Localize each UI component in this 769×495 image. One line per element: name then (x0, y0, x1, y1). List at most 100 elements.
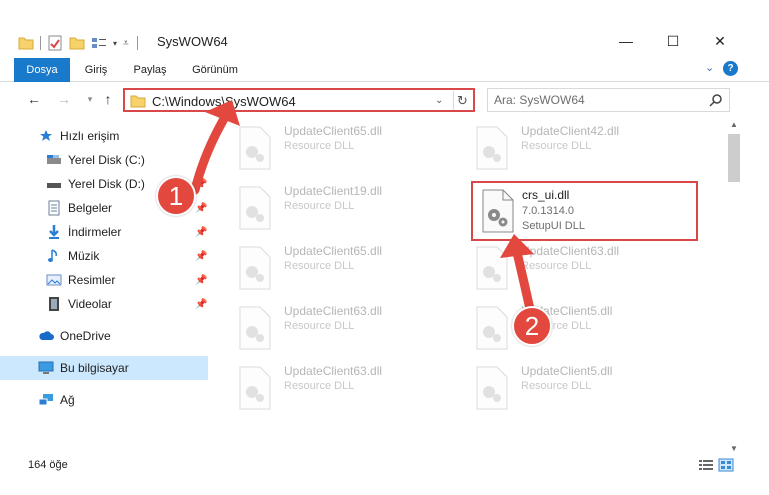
sidebar-item-label: Hızlı erişim (60, 129, 120, 143)
sidebar-item-network[interactable]: Ağ (0, 389, 210, 411)
sidebar-item-label: OneDrive (60, 329, 111, 343)
dll-file-icon (239, 366, 271, 410)
minimize-button[interactable]: — (603, 28, 649, 54)
download-icon (46, 224, 62, 240)
scroll-down-button[interactable]: ▼ (726, 442, 742, 456)
sidebar-item-quick-access[interactable]: Hızlı erişim (0, 125, 210, 147)
file-item[interactable]: UpdateClient63.dll Resource DLL (222, 298, 442, 354)
pictures-icon (46, 272, 62, 288)
file-name: UpdateClient5.dll (521, 364, 613, 378)
drive-icon (46, 176, 62, 192)
address-bar[interactable]: C:\Windows\SysWOW64 ⌄ ↻ (123, 88, 475, 112)
close-button[interactable]: ✕ (697, 28, 743, 54)
scroll-thumb[interactable] (728, 134, 740, 182)
large-icons-view-icon[interactable] (718, 458, 734, 472)
address-path: C:\Windows\SysWOW64 (152, 93, 296, 109)
video-icon (46, 296, 62, 312)
file-item[interactable]: UpdateClient19.dll Resource DLL (222, 178, 442, 234)
scroll-up-button[interactable]: ▲ (726, 118, 742, 132)
recent-locations-button[interactable]: ▾ (80, 89, 100, 109)
dll-file-icon (239, 126, 271, 170)
sidebar-item-label: Bu bilgisayar (60, 361, 129, 375)
sidebar-item-label: Yerel Disk (C:) (68, 153, 145, 167)
toolbar-separator (136, 36, 138, 50)
window-title: SysWOW64 (157, 34, 228, 49)
search-icon[interactable] (709, 93, 723, 107)
details-view-icon[interactable] (698, 458, 714, 472)
folder-icon (130, 95, 146, 108)
file-item[interactable]: UpdateClient65.dll Resource DLL (222, 238, 442, 294)
tab-gorunum[interactable]: Görünüm (184, 58, 246, 82)
computer-icon (38, 360, 54, 376)
chevron-down-icon[interactable]: ▾ (113, 39, 117, 48)
pin-icon[interactable]: 📌 (195, 227, 207, 239)
star-icon (38, 128, 54, 144)
sidebar-item-label: Resimler (68, 273, 116, 287)
pin-icon[interactable]: 📌 (195, 203, 207, 215)
expand-ribbon-icon[interactable]: ⌄ (705, 61, 714, 74)
maximize-button[interactable]: ☐ (650, 28, 696, 54)
sidebar-item-pictures[interactable]: Resimler (0, 269, 210, 291)
tab-paylas[interactable]: Paylaş (128, 58, 172, 82)
documents-icon (46, 200, 62, 216)
customize-toolbar-icon[interactable]: ⩡ (123, 38, 129, 49)
sidebar-item-videos[interactable]: Videolar (0, 293, 210, 315)
properties-icon[interactable] (47, 35, 63, 51)
navigation-bar: ← → ▾ ↑ C:\Windows\SysWOW64 ⌄ ↻ (0, 84, 769, 116)
file-item[interactable]: UpdateClient63.dll Resource DLL (459, 238, 679, 294)
file-item[interactable]: UpdateClient63.dll Resource DLL (222, 358, 442, 414)
sidebar-item-label: Ağ (60, 393, 75, 407)
quick-access-toolbar: ▾ ⩡ (18, 34, 138, 52)
new-folder-icon[interactable] (69, 36, 85, 50)
item-count: 164 öğe (28, 459, 68, 471)
up-button[interactable]: ↑ (98, 89, 118, 109)
tab-giris[interactable]: Giriş (76, 58, 116, 82)
ribbon-tabs: Dosya Giriş Paylaş Görünüm ⌄ ? (0, 58, 769, 82)
dll-file-icon (476, 306, 508, 350)
sidebar-item-onedrive[interactable]: OneDrive (0, 325, 210, 347)
file-item[interactable]: UpdateClient5.dll Resource DLL (459, 298, 679, 354)
tab-dosya[interactable]: Dosya (14, 58, 70, 82)
file-name: UpdateClient65.dll (284, 244, 383, 258)
file-description: Resource DLL (284, 140, 355, 152)
sidebar-item-label: Videolar (68, 297, 112, 311)
file-name: UpdateClient63.dll (521, 244, 620, 258)
callout-badge-1: 1 (156, 176, 196, 216)
file-item[interactable]: UpdateClient65.dll Resource DLL (222, 118, 442, 174)
file-name: UpdateClient65.dll (284, 124, 383, 138)
chevron-down-icon[interactable]: ⌄ (435, 92, 449, 110)
pin-icon[interactable]: 📌 (195, 275, 207, 287)
sidebar-item-local-disk-c[interactable]: Yerel Disk (C:) (0, 149, 210, 171)
sidebar-item-downloads[interactable]: İndirmeler (0, 221, 210, 243)
vertical-scrollbar[interactable]: ▲ ▼ (726, 118, 742, 458)
back-button[interactable]: ← (24, 89, 44, 109)
sidebar-item-label: Yerel Disk (D:) (68, 177, 145, 191)
sidebar-item-this-pc[interactable]: Bu bilgisayar (0, 356, 208, 380)
file-description: Resource DLL (284, 320, 355, 332)
pin-icon[interactable]: 📌 (195, 299, 207, 311)
pin-icon[interactable]: 📌 (195, 179, 207, 191)
dll-file-icon (476, 366, 508, 410)
refresh-button[interactable]: ↻ (453, 91, 471, 110)
dll-file-icon (239, 246, 271, 290)
help-icon[interactable]: ? (723, 61, 738, 76)
file-name: UpdateClient42.dll (521, 124, 620, 138)
file-description: Resource DLL (284, 260, 355, 272)
file-item[interactable]: UpdateClient42.dll Resource DLL (459, 118, 679, 174)
view-options-icon[interactable] (91, 36, 107, 50)
file-name: crs_ui.dll (522, 188, 570, 202)
search-box[interactable] (487, 88, 730, 112)
title-bar: ▾ ⩡ SysWOW64 — ☐ ✕ (0, 0, 769, 55)
file-version: 7.0.1314.0 (522, 205, 574, 217)
file-item[interactable]: UpdateClient5.dll Resource DLL (459, 358, 679, 414)
pin-icon[interactable]: 📌 (195, 251, 207, 263)
network-icon (38, 392, 54, 408)
sidebar-item-label: İndirmeler (68, 225, 122, 239)
file-name: UpdateClient19.dll (284, 184, 383, 198)
forward-button[interactable]: → (54, 89, 74, 109)
folder-icon[interactable] (18, 36, 34, 50)
highlighted-file-item[interactable]: crs_ui.dll 7.0.1314.0 SetupUI DLL (471, 181, 698, 241)
sidebar-item-music[interactable]: Müzik (0, 245, 210, 267)
search-input[interactable] (494, 92, 694, 108)
toolbar-separator (40, 36, 41, 50)
